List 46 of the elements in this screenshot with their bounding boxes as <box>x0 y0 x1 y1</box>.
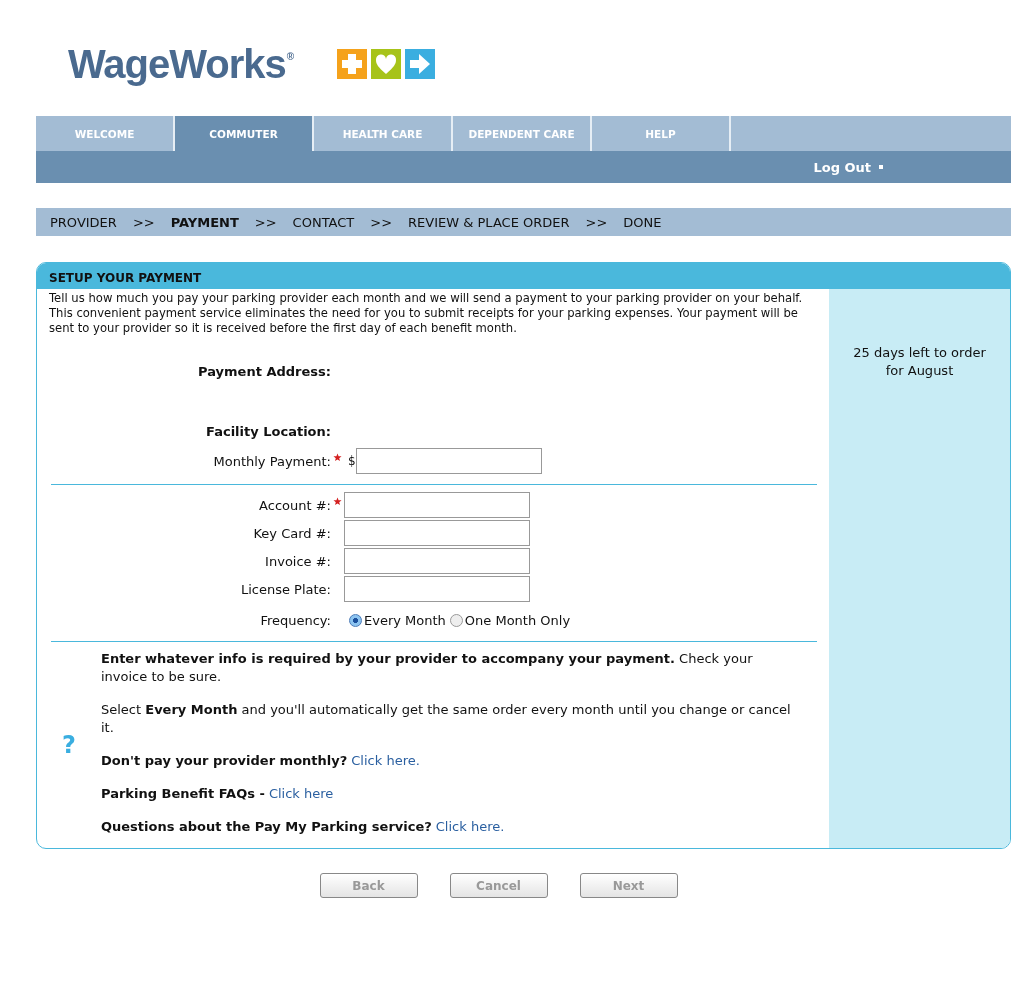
step-separator: >> <box>370 214 393 230</box>
nav-tab[interactable]: COMMUTER <box>175 116 314 151</box>
input-field[interactable] <box>344 576 530 602</box>
step-label: REVIEW & PLACE ORDER <box>408 214 570 230</box>
help-text: Don't pay your provider monthly? Click here. <box>101 752 421 770</box>
help-text: Questions about the Pay My Parking service? Click here. <box>101 818 506 836</box>
input-field[interactable] <box>355 448 542 474</box>
field-label: Frequency: <box>259 612 331 628</box>
field-label: Invoice #: <box>264 553 331 569</box>
help-link[interactable]: Click here. <box>435 819 505 834</box>
input-field[interactable] <box>344 548 530 574</box>
help-text: Select Every Month and you'll automatically get the same order every month until you change or cancel it. <box>101 701 792 737</box>
bullet-icon <box>879 165 883 169</box>
logout-link[interactable]: Log Out <box>813 159 871 175</box>
field-label: Monthly Payment: <box>212 453 331 469</box>
logo: WageWorks$^{®}$ <box>68 41 294 87</box>
field-heading: Facility Location: <box>205 423 331 439</box>
help-text: Parking Benefit FAQs - Click here <box>101 785 335 803</box>
nav-tab[interactable]: DEPENDENT CARE <box>453 116 592 151</box>
currency-symbol: $ <box>348 454 356 468</box>
radio-option[interactable]: Every Month <box>349 612 446 628</box>
help-text: Enter whatever info is required by your provider to accompany your payment. Check your invoice to be sure. <box>101 650 754 686</box>
input-field[interactable] <box>344 520 530 546</box>
step-separator: >> <box>585 214 608 230</box>
help-icon: ? <box>62 733 76 757</box>
step-separator: >> <box>254 214 277 230</box>
field-label: License Plate: <box>239 581 331 597</box>
panel-title: SETUP YOUR PAYMENT <box>37 263 1010 289</box>
help-link[interactable]: Click here <box>268 786 334 801</box>
step-label: PAYMENT <box>170 214 239 230</box>
radio-option[interactable]: One Month Only <box>449 612 571 628</box>
order-deadline: 25 days left to order for August <box>852 344 987 380</box>
step-label: DONE <box>623 214 662 230</box>
field-label: Account #: <box>258 497 331 513</box>
cross-icon <box>337 49 368 79</box>
help-link[interactable]: Click here. <box>351 753 420 768</box>
field-heading: Payment Address: <box>197 363 331 379</box>
field-label: Key Card #: <box>252 525 331 541</box>
intro-text: Tell us how much you pay your parking provider each month and we will send a payment to your parking provider on your behalf. This convenient payment service eliminates the need for you to submit receipts for your parking expenses. Your payment will be sent to your provider so it is received before the first day of each benefit month. <box>49 291 804 336</box>
step-label: PROVIDER <box>50 214 117 230</box>
input-field[interactable] <box>344 492 530 518</box>
nav-tab[interactable]: WELCOME <box>36 116 175 151</box>
step-label: CONTACT <box>292 214 355 230</box>
nav-tab[interactable]: HEALTH CARE <box>314 116 453 151</box>
nav-tab[interactable]: HELP <box>592 116 731 151</box>
step-separator: >> <box>132 214 155 230</box>
